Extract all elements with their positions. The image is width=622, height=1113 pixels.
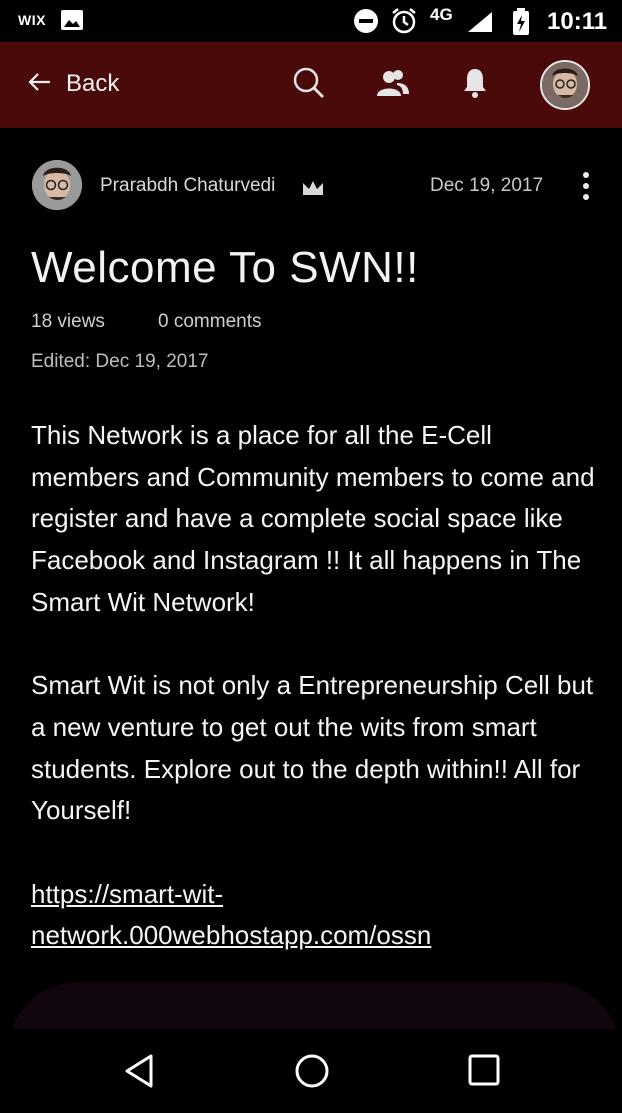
notifications-bell-icon[interactable] (462, 66, 488, 105)
post-link-line: https://smart-wit-network.000webhostapp.… (31, 874, 596, 957)
profile-avatar[interactable] (540, 60, 590, 110)
search-icon[interactable] (293, 66, 325, 105)
signal-icon (466, 10, 494, 39)
post-paragraph: Smart Wit is not only a Entrepreneurship… (31, 670, 594, 826)
post-body: This Network is a place for all the E-Ce… (31, 415, 596, 957)
clock: 10:11 (547, 8, 608, 35)
image-notification-icon (60, 8, 84, 37)
post-date: Dec 19, 2017 (430, 175, 544, 196)
system-nav-bar (0, 1029, 622, 1113)
do-not-disturb-icon (353, 8, 379, 39)
post-title: Welcome To SWN!! (31, 243, 419, 292)
nav-recents-icon[interactable] (467, 1053, 501, 1092)
post-link[interactable]: https://smart-wit-network.000webhostapp.… (31, 879, 431, 951)
members-icon[interactable] (375, 66, 411, 105)
more-options-icon[interactable] (576, 172, 596, 202)
comment-count[interactable]: 0 comments (158, 311, 261, 333)
alarm-icon (390, 7, 418, 40)
app-header: Back (0, 42, 622, 128)
view-count: 18 views (31, 311, 105, 332)
edited-date: Edited: Dec 19, 2017 (31, 351, 209, 372)
network-type: 4G (430, 5, 453, 24)
wix-app-label: WIX (18, 12, 46, 28)
nav-back-icon[interactable] (123, 1053, 155, 1094)
author-name[interactable]: Prarabdh Chaturvedi (100, 175, 275, 197)
nav-home-icon[interactable] (294, 1053, 330, 1094)
back-button[interactable]: Back (28, 68, 119, 100)
crown-icon (301, 179, 325, 202)
status-bar: WIX 4G 10:11 (0, 0, 622, 42)
battery-charging-icon (511, 8, 531, 41)
post-paragraph: This Network is a place for all the E-Ce… (31, 420, 595, 617)
back-arrow-icon (28, 72, 52, 97)
back-label: Back (66, 70, 120, 97)
author-avatar[interactable] (32, 160, 82, 210)
